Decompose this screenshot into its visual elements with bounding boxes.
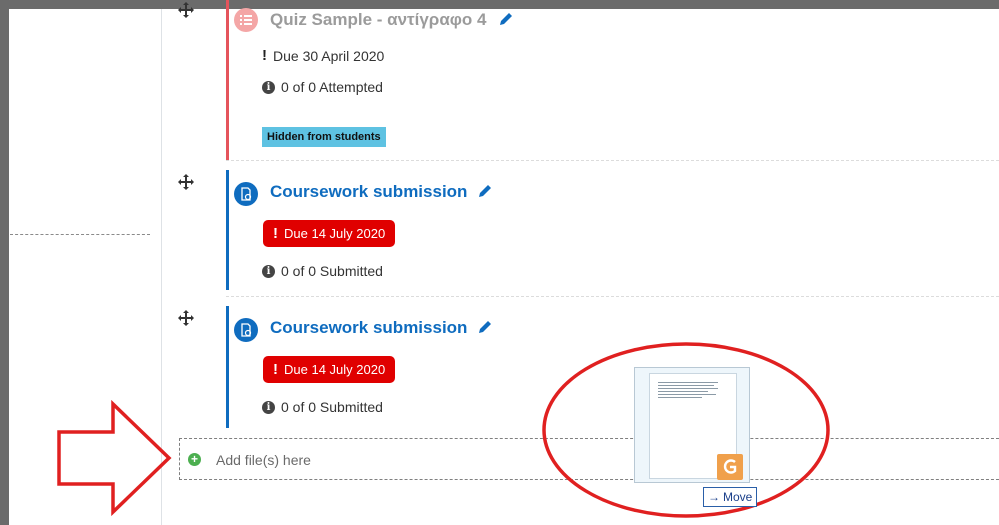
activity-accent-bar — [226, 306, 229, 428]
activity-accent-bar — [226, 0, 229, 160]
exclamation-icon: ! — [273, 361, 278, 378]
submission-status-text: 0 of 0 Submitted — [281, 263, 383, 279]
add-circle-icon: + — [188, 453, 201, 466]
window-frame-left — [0, 0, 9, 525]
submission-status-line: i 0 of 0 Submitted — [262, 263, 383, 279]
left-panel-separator — [10, 234, 150, 235]
assignment-icon — [234, 318, 258, 342]
due-date-badge: ! Due 14 July 2020 — [263, 356, 396, 383]
info-icon: i — [262, 80, 275, 94]
edit-pencil-icon[interactable] — [477, 320, 492, 335]
row-separator — [226, 296, 999, 297]
submission-status-text: 0 of 0 Submitted — [281, 399, 383, 415]
arrow-right-icon: → — [708, 490, 720, 504]
edit-pencil-icon[interactable] — [498, 12, 513, 27]
move-handle-icon[interactable] — [178, 174, 194, 190]
attempt-status-line: i 0 of 0 Attempted — [262, 79, 383, 95]
info-icon: i — [262, 400, 275, 414]
activity-quiz: Quiz Sample - αντίγραφο 4 ! Due 30 April… — [178, 0, 999, 160]
hidden-badge: Hidden from students — [262, 127, 386, 147]
exclamation-icon: ! — [262, 47, 267, 64]
move-tooltip-text: Move — [723, 490, 753, 504]
info-icon: i — [262, 264, 275, 278]
move-tooltip: → Move — [703, 487, 758, 507]
due-date-text: Due 14 July 2020 — [284, 226, 386, 241]
edit-pencil-icon[interactable] — [477, 184, 492, 199]
activity-assignment: Coursework submission ! Due 14 July 2020… — [178, 170, 999, 290]
due-date-badge: ! Due 14 July 2020 — [263, 220, 396, 247]
activity-title-link[interactable]: Coursework submission — [270, 182, 467, 202]
attempt-status-text: 0 of 0 Attempted — [281, 79, 383, 95]
exclamation-icon: ! — [273, 225, 278, 242]
annotation-ellipse — [542, 342, 830, 518]
quiz-list-icon — [234, 8, 258, 32]
move-handle-icon[interactable] — [178, 310, 194, 326]
assignment-icon — [234, 182, 258, 206]
due-date-text: Due 30 April 2020 — [273, 47, 385, 64]
row-separator — [226, 160, 999, 161]
annotation-arrow — [57, 400, 172, 516]
dropzone-label: Add file(s) here — [216, 452, 311, 468]
activity-accent-bar — [226, 170, 229, 290]
submission-status-line: i 0 of 0 Submitted — [262, 399, 383, 415]
move-handle-icon[interactable] — [178, 2, 194, 18]
activity-title-link[interactable]: Coursework submission — [270, 318, 467, 338]
activity-title-link[interactable]: Quiz Sample - αντίγραφο 4 — [270, 10, 487, 30]
due-date-line: ! Due 30 April 2020 — [262, 47, 384, 64]
due-date-text: Due 14 July 2020 — [284, 362, 386, 377]
